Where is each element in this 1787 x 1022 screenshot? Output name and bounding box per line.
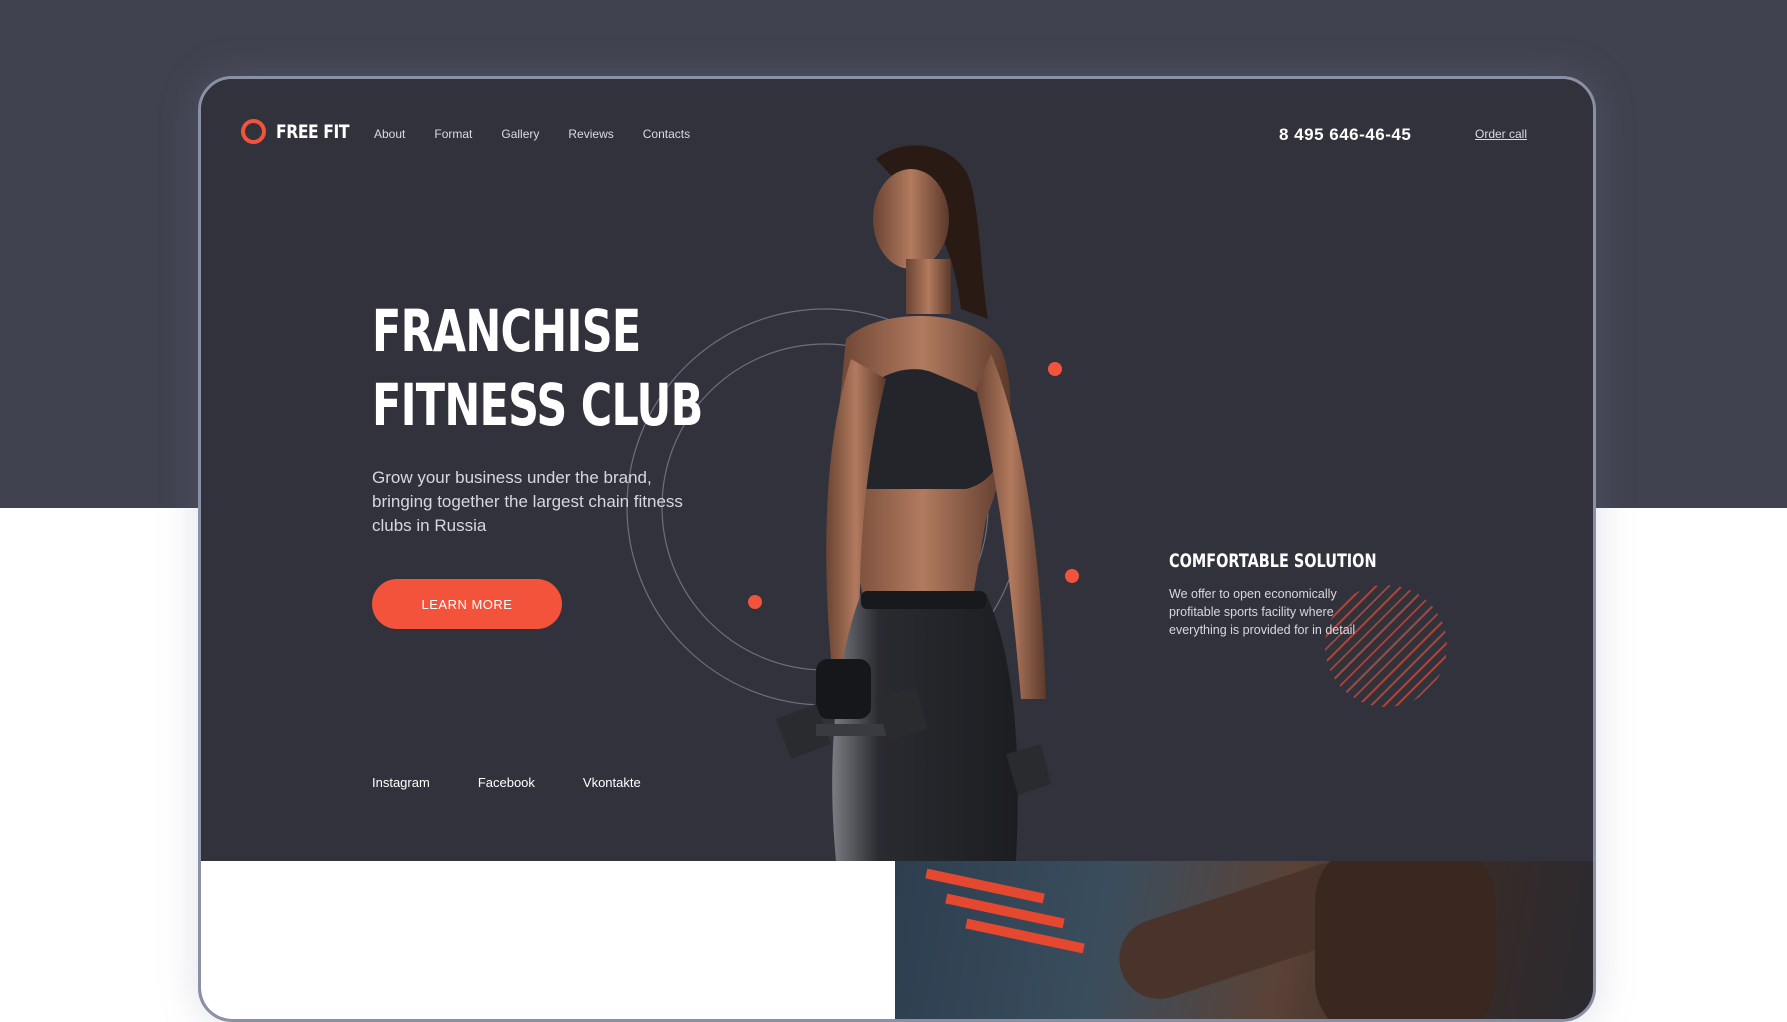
browser-frame: FREE FIT About Format Gallery Reviews Co… <box>198 76 1596 1022</box>
social-link-instagram[interactable]: Instagram <box>372 775 430 790</box>
nav-item-gallery[interactable]: Gallery <box>501 127 539 141</box>
main-nav: About Format Gallery Reviews Contacts <box>374 127 719 141</box>
next-section-left <box>201 861 895 1019</box>
page-title-line-2: FITNESS CLUB <box>372 371 703 439</box>
photo-stripe-3 <box>965 918 1085 954</box>
page-title: FRANCHISE FITNESS CLUB <box>372 294 703 442</box>
order-call-link[interactable]: Order call <box>1475 127 1527 141</box>
next-section-photo <box>895 861 1593 1019</box>
nav-item-reviews[interactable]: Reviews <box>568 127 613 141</box>
solution-title: COMFORTABLE SOLUTION <box>1169 550 1377 572</box>
brand-logo[interactable]: FREE FIT <box>241 119 365 144</box>
photo-stripe-2 <box>945 893 1065 929</box>
nav-item-contacts[interactable]: Contacts <box>643 127 690 141</box>
learn-more-button[interactable]: LEARN MORE <box>372 579 562 629</box>
photo-stripe-1 <box>925 868 1045 904</box>
phone-number[interactable]: 8 495 646-46-45 <box>1279 125 1411 145</box>
social-links: Instagram Facebook Vkontakte <box>372 775 689 790</box>
orbit-dot-right <box>1065 569 1079 583</box>
social-link-vkontakte[interactable]: Vkontakte <box>583 775 641 790</box>
brand-name: FREE FIT <box>276 120 350 143</box>
social-link-facebook[interactable]: Facebook <box>478 775 535 790</box>
nav-item-format[interactable]: Format <box>434 127 472 141</box>
nav-item-about[interactable]: About <box>374 127 405 141</box>
ring-logo-icon <box>241 119 266 144</box>
photo-leg-shape <box>1315 861 1495 1019</box>
page-title-line-1: FRANCHISE <box>372 297 641 365</box>
athlete-photo <box>776 145 1051 861</box>
hero-section: FREE FIT About Format Gallery Reviews Co… <box>201 79 1593 861</box>
hero-subtitle: Grow your business under the brand, brin… <box>372 468 683 535</box>
solution-text: We offer to open economically profitable… <box>1169 587 1356 637</box>
